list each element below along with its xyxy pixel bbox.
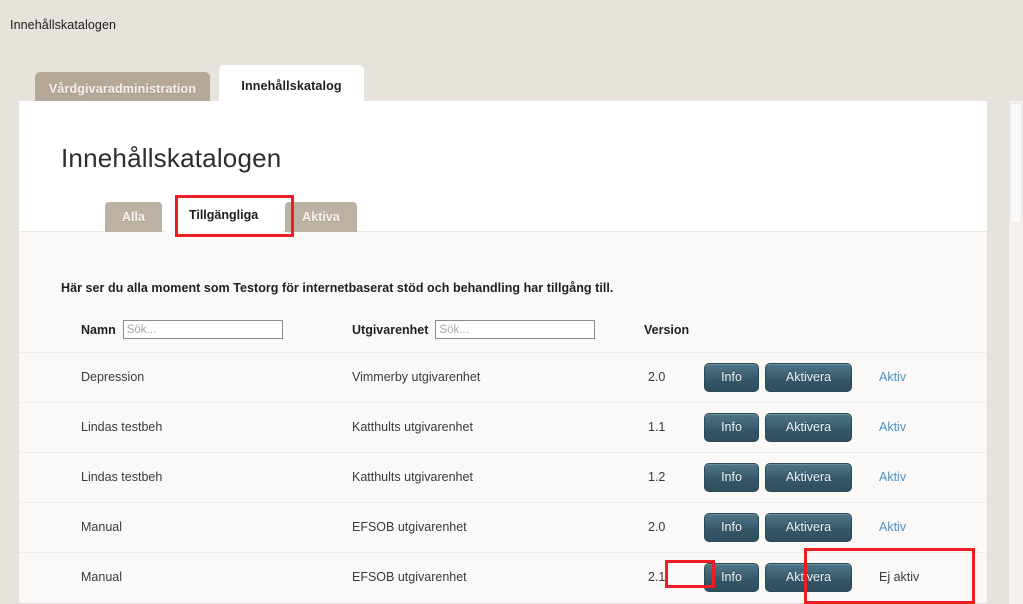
column-label-version: Version xyxy=(644,322,690,337)
sub-tab-group: Alla Tillgängliga Aktiva xyxy=(105,198,357,232)
cell-status: Ej aktiv xyxy=(879,552,987,602)
cell-namn: Manual xyxy=(19,552,352,602)
column-header-namn: Namn xyxy=(19,308,352,352)
page-heading: Innehållskatalogen xyxy=(61,143,282,173)
cell-version: 1.1 xyxy=(642,402,704,452)
info-button[interactable]: Info xyxy=(704,362,759,392)
cell-status: Aktiv xyxy=(879,452,987,502)
document-title: Innehållskatalogen xyxy=(10,18,117,32)
search-input-namn[interactable] xyxy=(122,320,283,340)
subtab-label: Aktiva xyxy=(302,210,340,224)
cell-version: 2.0 xyxy=(642,502,704,552)
column-header-utgivarenhet: Utgivarenhet xyxy=(352,308,642,352)
table-row: Manual EFSOB utgivarenhet 2.0 Info Aktiv… xyxy=(19,502,987,552)
card-header: Innehållskatalogen Alla Tillgängliga Akt… xyxy=(19,101,987,232)
card-body: Här ser du alla moment som Testorg för i… xyxy=(19,232,987,603)
cell-status: Aktiv xyxy=(879,352,987,402)
table-row: Depression Vimmerby utgivarenhet 2.0 Inf… xyxy=(19,352,987,402)
cell-status: Aktiv xyxy=(879,402,987,452)
cell-utgivarenhet: EFSOB utgivarenhet xyxy=(352,552,642,602)
aktivera-button[interactable]: Aktivera xyxy=(765,362,852,392)
table-header: Namn Utgivarenhet Version xyxy=(19,308,987,352)
aktivera-button[interactable]: Aktivera xyxy=(765,512,852,542)
info-button[interactable]: Info xyxy=(704,562,759,592)
table-header-row: Namn Utgivarenhet Version xyxy=(19,308,987,352)
search-input-utgivarenhet[interactable] xyxy=(435,320,596,340)
cell-status: Aktiv xyxy=(879,502,987,552)
vertical-scrollbar[interactable] xyxy=(1008,101,1023,604)
table-row: Lindas testbeh Katthults utgivarenhet 1.… xyxy=(19,452,987,502)
cell-utgivarenhet: Vimmerby utgivarenhet xyxy=(352,352,642,402)
info-button[interactable]: Info xyxy=(704,462,759,492)
cell-actions: Info Aktivera xyxy=(704,452,879,502)
cell-namn: Manual xyxy=(19,502,352,552)
content-table: Namn Utgivarenhet Version xyxy=(19,308,987,602)
cell-version: 1.2 xyxy=(642,452,704,502)
cell-utgivarenhet: EFSOB utgivarenhet xyxy=(352,502,642,552)
info-button[interactable]: Info xyxy=(704,512,759,542)
status-badge[interactable]: Aktiv xyxy=(879,420,906,434)
cell-namn: Depression xyxy=(19,352,352,402)
subtab-alla[interactable]: Alla xyxy=(105,202,162,232)
aktivera-button[interactable]: Aktivera xyxy=(765,462,852,492)
tab-label: Vårdgivaradministration xyxy=(48,82,197,96)
intro-text: Här ser du alla moment som Testorg för i… xyxy=(61,281,614,295)
cell-actions: Info Aktivera xyxy=(704,352,879,402)
cell-utgivarenhet: Katthults utgivarenhet xyxy=(352,402,642,452)
status-badge[interactable]: Aktiv xyxy=(879,520,906,534)
cell-actions: Info Aktivera xyxy=(704,402,879,452)
subtab-aktiva[interactable]: Aktiva xyxy=(285,202,357,232)
table-body: Depression Vimmerby utgivarenhet 2.0 Inf… xyxy=(19,352,987,602)
status-badge[interactable]: Aktiv xyxy=(879,370,906,384)
status-badge[interactable]: Aktiv xyxy=(879,470,906,484)
subtab-label: Alla xyxy=(122,210,145,224)
subtab-label: Tillgängliga xyxy=(188,208,259,222)
cell-actions: Info Aktivera xyxy=(704,502,879,552)
column-label-utgivarenhet: Utgivarenhet xyxy=(352,322,429,337)
table-row: Lindas testbeh Katthults utgivarenhet 1.… xyxy=(19,402,987,452)
status-badge: Ej aktiv xyxy=(879,570,920,585)
cell-namn: Lindas testbeh xyxy=(19,402,352,452)
tab-label: Innehållskatalog xyxy=(241,78,342,93)
aktivera-button[interactable]: Aktivera xyxy=(765,412,852,442)
aktivera-button[interactable]: Aktivera xyxy=(765,562,852,592)
content-card: Innehållskatalogen Alla Tillgängliga Akt… xyxy=(18,101,988,604)
cell-actions: Info Aktivera xyxy=(704,552,879,602)
cell-version: 2.0 xyxy=(642,352,704,402)
table-row: Manual EFSOB utgivarenhet 2.1 Info Aktiv… xyxy=(19,552,987,602)
info-button[interactable]: Info xyxy=(704,412,759,442)
tab-innehallskatalog[interactable]: Innehållskatalog xyxy=(219,65,364,106)
scrollbar-thumb[interactable] xyxy=(1010,103,1022,223)
cell-utgivarenhet: Katthults utgivarenhet xyxy=(352,452,642,502)
subtab-tillgangliga[interactable]: Tillgängliga xyxy=(164,198,283,232)
column-label-namn: Namn xyxy=(81,322,116,337)
column-header-version: Version xyxy=(642,308,987,352)
page-title-bar: Innehållskatalogen xyxy=(0,0,1023,60)
cell-namn: Lindas testbeh xyxy=(19,452,352,502)
top-tab-bar: Vårdgivaradministration Innehållskatalog xyxy=(0,60,1006,106)
cell-version: 2.1 xyxy=(642,552,704,602)
